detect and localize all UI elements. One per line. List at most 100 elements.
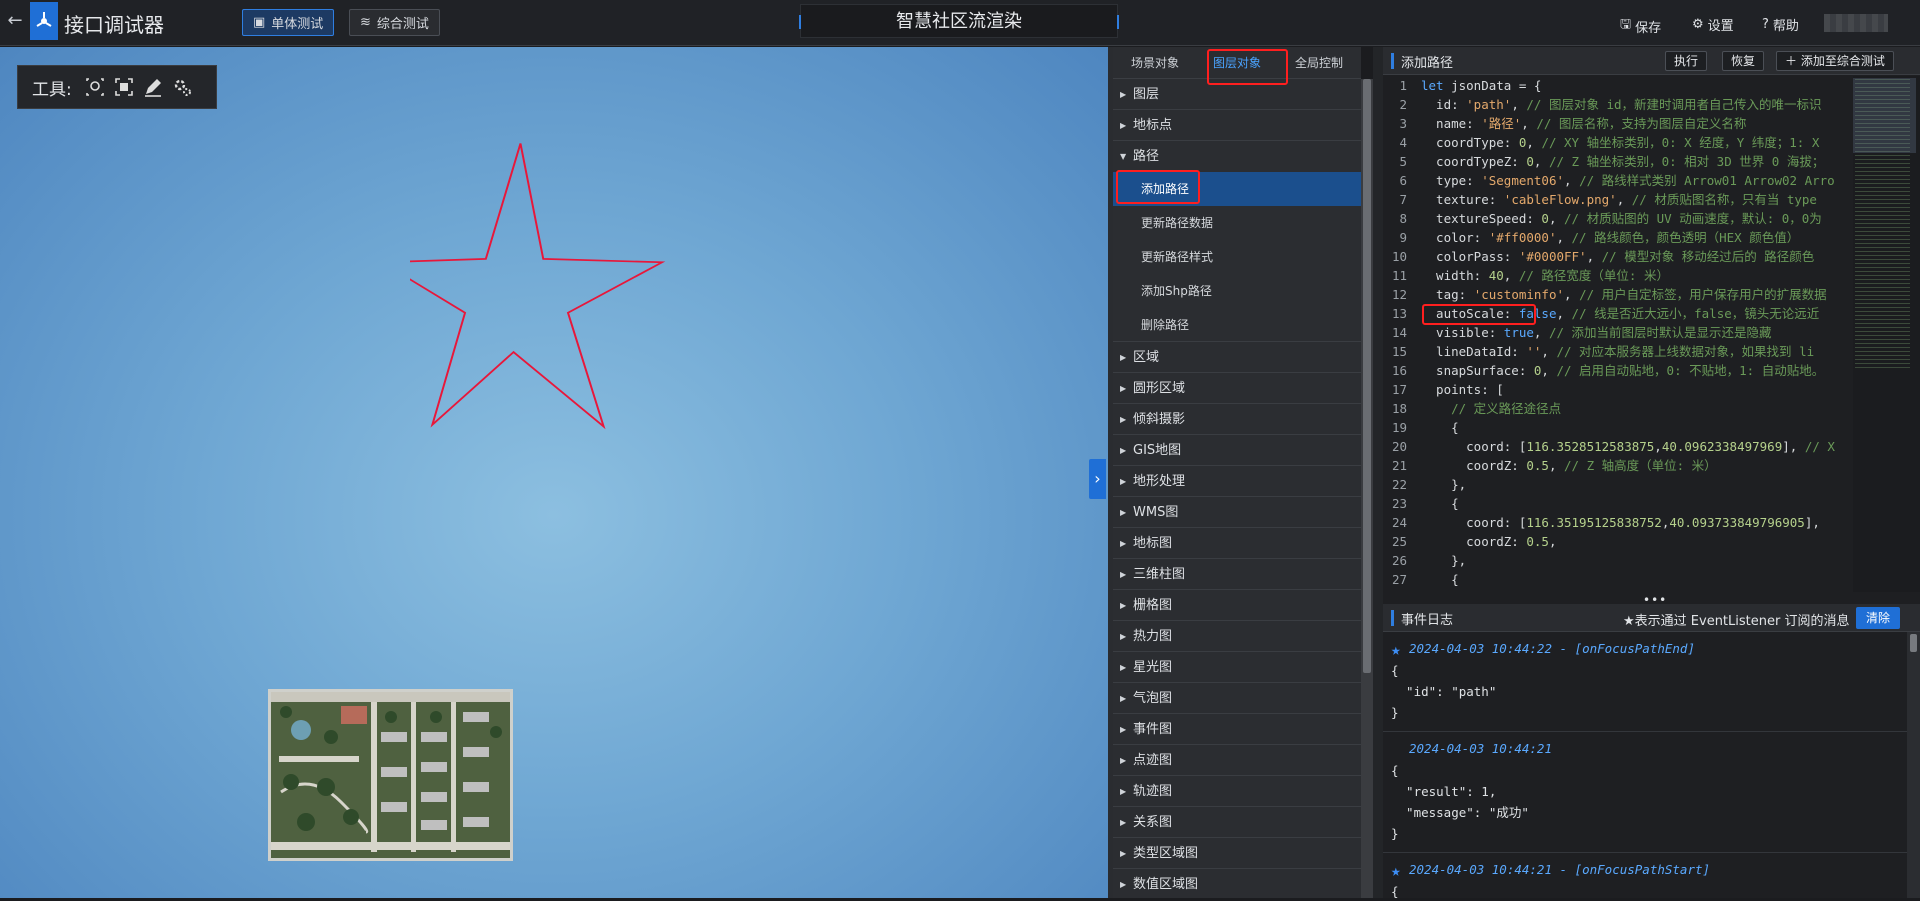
code-line[interactable]: 17 points: [ <box>1383 380 1853 399</box>
tree-scrollbar[interactable] <box>1361 79 1373 898</box>
code-header: 添加路径 执行 恢复 ＋ 添加至综合测试 <box>1383 47 1920 75</box>
tree-item[interactable]: ▶ 轨迹图 <box>1113 776 1361 807</box>
line-number: 19 <box>1391 420 1407 435</box>
tree-sub-add-path[interactable]: 添加路径 <box>1113 172 1361 206</box>
arrow-left-icon[interactable]: ← <box>4 10 26 32</box>
tree-sub-update-path-data[interactable]: 更新路径数据 <box>1113 206 1361 240</box>
tree-item-layer[interactable]: ▶ 图层 <box>1113 79 1361 110</box>
save-label: 保存 <box>1635 20 1662 36</box>
tree-sub-add-shp-path[interactable]: 添加Shp路径 <box>1113 274 1361 308</box>
tree-sub-delete-path[interactable]: 删除路径 <box>1113 308 1361 342</box>
code-text: coordZ: 0.5, <box>1421 534 1557 549</box>
add-to-integrated-button[interactable]: ＋ 添加至综合测试 <box>1776 51 1894 71</box>
code-line[interactable]: 7 texture: 'cableFlow.png', // 材质贴图名称，只有… <box>1383 190 1853 209</box>
code-text: snapSurface: 0, // 启用自动贴地，0: 不贴地，1: 自动贴地… <box>1421 363 1825 378</box>
caret-right-icon: ▶ <box>1120 632 1127 641</box>
tab-single-test[interactable]: ▣ 单体测试 <box>242 9 335 36</box>
tree-item[interactable]: ▶ 倾斜摄影 <box>1113 404 1361 435</box>
code-line[interactable]: 27 { <box>1383 570 1853 589</box>
code-line[interactable]: 3 name: '路径', // 图层名称，支持为图层自定义名称 <box>1383 114 1853 133</box>
code-line[interactable]: 4 coordType: 0, // XY 轴坐标类别，0: X 经度，Y 纬度… <box>1383 133 1853 152</box>
tree-scroll-thumb[interactable] <box>1363 79 1371 673</box>
caret-right-icon: ▶ <box>1120 90 1127 99</box>
tree-item[interactable]: ▶ 栅格图 <box>1113 590 1361 621</box>
tree-item-label: 图层 <box>1133 87 1160 102</box>
tab-global-control[interactable]: 全局控制 <box>1277 47 1361 79</box>
tree-item-label: 地标图 <box>1133 536 1173 551</box>
pen-icon[interactable] <box>143 77 163 97</box>
tree-item[interactable]: ▶ 地标图 <box>1113 528 1361 559</box>
tab-scene-objects[interactable]: 场景对象 <box>1113 47 1197 79</box>
save-button[interactable]: 🖫 保存 <box>1620 15 1661 37</box>
line-number: 17 <box>1391 382 1407 397</box>
clear-button[interactable]: 清除 <box>1856 607 1901 629</box>
tree-item[interactable]: ▶ WMS图 <box>1113 497 1361 528</box>
code-line[interactable]: 13 autoScale: false, // 线是否近大远小，false，镜头… <box>1383 304 1853 323</box>
settings-button[interactable]: ⚙ 设置 <box>1692 15 1734 34</box>
scene-viewport[interactable]: 工具: › <box>0 47 1108 898</box>
minimap-viewport[interactable] <box>1853 78 1916 153</box>
code-line[interactable]: 20 coord: [116.3528512583875,40.09623384… <box>1383 437 1853 456</box>
tab-label: 综合测试 <box>376 17 429 32</box>
code-line[interactable]: 5 coordTypeZ: 0, // Z 轴坐标类别，0: 相对 3D 世界 … <box>1383 152 1853 171</box>
tab-layer-objects[interactable]: 图层对象 <box>1197 47 1277 79</box>
code-line[interactable]: 12 tag: 'custominfo', // 用户自定标签，用户保存用户的扩… <box>1383 285 1853 304</box>
tree-item[interactable]: ▶ 热力图 <box>1113 621 1361 652</box>
code-editor[interactable]: 1 let jsonData = {2 id: 'path', // 图层对象 i… <box>1383 76 1853 592</box>
help-button[interactable]: ? 帮助 <box>1762 15 1799 34</box>
panel-toggle-button[interactable]: › <box>1089 459 1106 499</box>
locate-icon[interactable] <box>85 77 105 97</box>
tree-item[interactable]: ▶ 气泡图 <box>1113 683 1361 714</box>
code-line[interactable]: 1 let jsonData = { <box>1383 76 1853 95</box>
tree-item[interactable]: ▶ 事件图 <box>1113 714 1361 745</box>
tree-item[interactable]: ▶ 三维柱图 <box>1113 559 1361 590</box>
code-line[interactable]: 6 type: 'Segment06', // 路线样式类别 Arrow01 A… <box>1383 171 1853 190</box>
code-line[interactable]: 16 snapSurface: 0, // 启用自动贴地，0: 不贴地，1: 自… <box>1383 361 1853 380</box>
code-line[interactable]: 14 visible: true, // 添加当前图层时默认是显示还是隐藏 <box>1383 323 1853 342</box>
tree-item[interactable]: ▶ 地形处理 <box>1113 466 1361 497</box>
focus-icon[interactable] <box>114 77 134 97</box>
code-line[interactable]: 18 // 定义路径途径点 <box>1383 399 1853 418</box>
code-line[interactable]: 26 }, <box>1383 551 1853 570</box>
log-body: { "result": 1, "message": "成功" } <box>1391 763 1529 841</box>
code-line[interactable]: 19 { <box>1383 418 1853 437</box>
code-line[interactable]: 25 coordZ: 0.5, <box>1383 532 1853 551</box>
tree-sub-update-path-style[interactable]: 更新路径样式 <box>1113 240 1361 274</box>
tree-item[interactable]: ▶ 点迹图 <box>1113 745 1361 776</box>
settings-icon[interactable] <box>172 77 192 97</box>
log-scrollbar[interactable] <box>1907 632 1920 898</box>
code-line[interactable]: 9 color: '#ff0000', // 路线颜色，颜色透明（HEX 颜色值… <box>1383 228 1853 247</box>
restore-button[interactable]: 恢复 <box>1722 51 1765 71</box>
code-line[interactable]: 24 coord: [116.35195125838752,40.0937338… <box>1383 513 1853 532</box>
caret-right-icon: ▶ <box>1120 570 1127 579</box>
caret-right-icon: ▶ <box>1120 694 1127 703</box>
tree-item[interactable]: ▶ 数值区域图 <box>1113 869 1361 898</box>
tree-item-path[interactable]: ▼ 路径 <box>1113 141 1361 172</box>
tree-item-poi[interactable]: ▶ 地标点 <box>1113 110 1361 141</box>
star-icon: ★ <box>1391 640 1401 659</box>
tree-item[interactable]: ▶ 区域 <box>1113 342 1361 373</box>
code-line[interactable]: 10 colorPass: '#0000FF', // 模型对象 移动经过后的 … <box>1383 247 1853 266</box>
run-button[interactable]: 执行 <box>1665 51 1708 71</box>
event-log[interactable]: ★ 2024-04-03 10:44:22 - [onFocusPathEnd] {… <box>1383 632 1907 898</box>
code-line[interactable]: 11 width: 40, // 路径宽度（单位: 米） <box>1383 266 1853 285</box>
log-time-text: 2024-04-03 10:44:21 <box>1409 741 1552 756</box>
tree-item[interactable]: ▶ 圆形区域 <box>1113 373 1361 404</box>
code-text: textureSpeed: 0, // 材质贴图的 UV 动画速度，默认: 0，… <box>1421 211 1822 226</box>
code-line[interactable]: 23 { <box>1383 494 1853 513</box>
tree-item[interactable]: ▶ 类型区域图 <box>1113 838 1361 869</box>
tree-item[interactable]: ▶ 星光图 <box>1113 652 1361 683</box>
code-line[interactable]: 2 id: 'path', // 图层对象 id，新建时调用者自己传入的唯一标识 <box>1383 95 1853 114</box>
user-avatar[interactable] <box>1824 14 1888 32</box>
tab-integrated-test[interactable]: ≋ 综合测试 <box>349 9 440 36</box>
tree-item[interactable]: ▶ 关系图 <box>1113 807 1361 838</box>
path-star-shape <box>410 143 666 430</box>
code-text: visible: true, // 添加当前图层时默认是显示还是隐藏 <box>1421 325 1772 340</box>
code-line[interactable]: 8 textureSpeed: 0, // 材质贴图的 UV 动画速度，默认: … <box>1383 209 1853 228</box>
code-line[interactable]: 22 }, <box>1383 475 1853 494</box>
code-line[interactable]: 21 coordZ: 0.5, // Z 轴高度（单位: 米） <box>1383 456 1853 475</box>
code-splitter[interactable] <box>1373 47 1383 898</box>
code-line[interactable]: 15 lineDataId: '', // 对应本服务器上线数据对象，如果找到 … <box>1383 342 1853 361</box>
tree-item[interactable]: ▶ GIS地图 <box>1113 435 1361 466</box>
log-scroll-thumb[interactable] <box>1910 634 1917 652</box>
